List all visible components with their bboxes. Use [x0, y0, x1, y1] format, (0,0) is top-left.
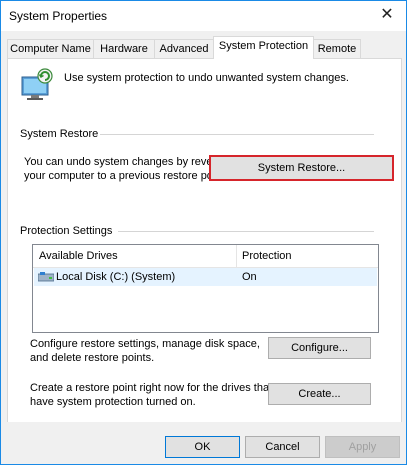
group-divider	[100, 134, 374, 135]
system-restore-description: You can undo system changes by reverting…	[24, 156, 234, 182]
drive-icon	[38, 272, 54, 282]
list-item[interactable]: Local Disk (C:) (System) On	[34, 268, 377, 286]
column-divider[interactable]	[236, 245, 237, 267]
system-restore-group-label: System Restore	[20, 128, 99, 140]
list-header: Available Drives Protection	[33, 245, 378, 268]
close-icon[interactable]: ✕	[378, 6, 396, 24]
configure-description: Configure restore settings, manage disk …	[30, 338, 260, 364]
create-description: Create a restore point right now for the…	[30, 382, 273, 408]
tab-strip: Computer Name Hardware Advanced System P…	[7, 36, 402, 59]
dialog-button-bar: OK Cancel Apply	[1, 422, 406, 464]
drive-protection-status: On	[242, 271, 257, 283]
tab-hardware[interactable]: Hardware	[93, 39, 155, 58]
apply-button[interactable]: Apply	[325, 436, 400, 458]
protection-settings-group-label: Protection Settings	[20, 225, 113, 237]
tab-system-protection[interactable]: System Protection	[213, 36, 314, 59]
system-properties-window: System Properties ✕ Computer Name Hardwa…	[0, 0, 407, 465]
system-restore-button[interactable]: System Restore...	[209, 155, 394, 181]
window-title: System Properties	[9, 9, 108, 23]
intro-text: Use system protection to undo unwanted s…	[64, 72, 349, 84]
drives-list[interactable]: Available Drives Protection Local Disk (…	[32, 244, 379, 333]
tab-remote[interactable]: Remote	[313, 39, 361, 58]
drive-name: Local Disk (C:) (System)	[56, 271, 176, 283]
column-header-available-drives[interactable]: Available Drives	[39, 250, 118, 262]
ok-button[interactable]: OK	[165, 436, 240, 458]
create-button[interactable]: Create...	[268, 383, 371, 405]
system-protection-panel: Use system protection to undo unwanted s…	[7, 58, 402, 424]
tab-computer-name[interactable]: Computer Name	[7, 39, 94, 58]
cancel-button[interactable]: Cancel	[245, 436, 320, 458]
title-bar: System Properties ✕	[1, 1, 406, 31]
configure-button[interactable]: Configure...	[268, 337, 371, 359]
computer-shield-icon	[21, 68, 53, 100]
column-header-protection[interactable]: Protection	[242, 250, 292, 262]
tab-advanced[interactable]: Advanced	[154, 39, 214, 58]
group-divider	[118, 231, 374, 232]
